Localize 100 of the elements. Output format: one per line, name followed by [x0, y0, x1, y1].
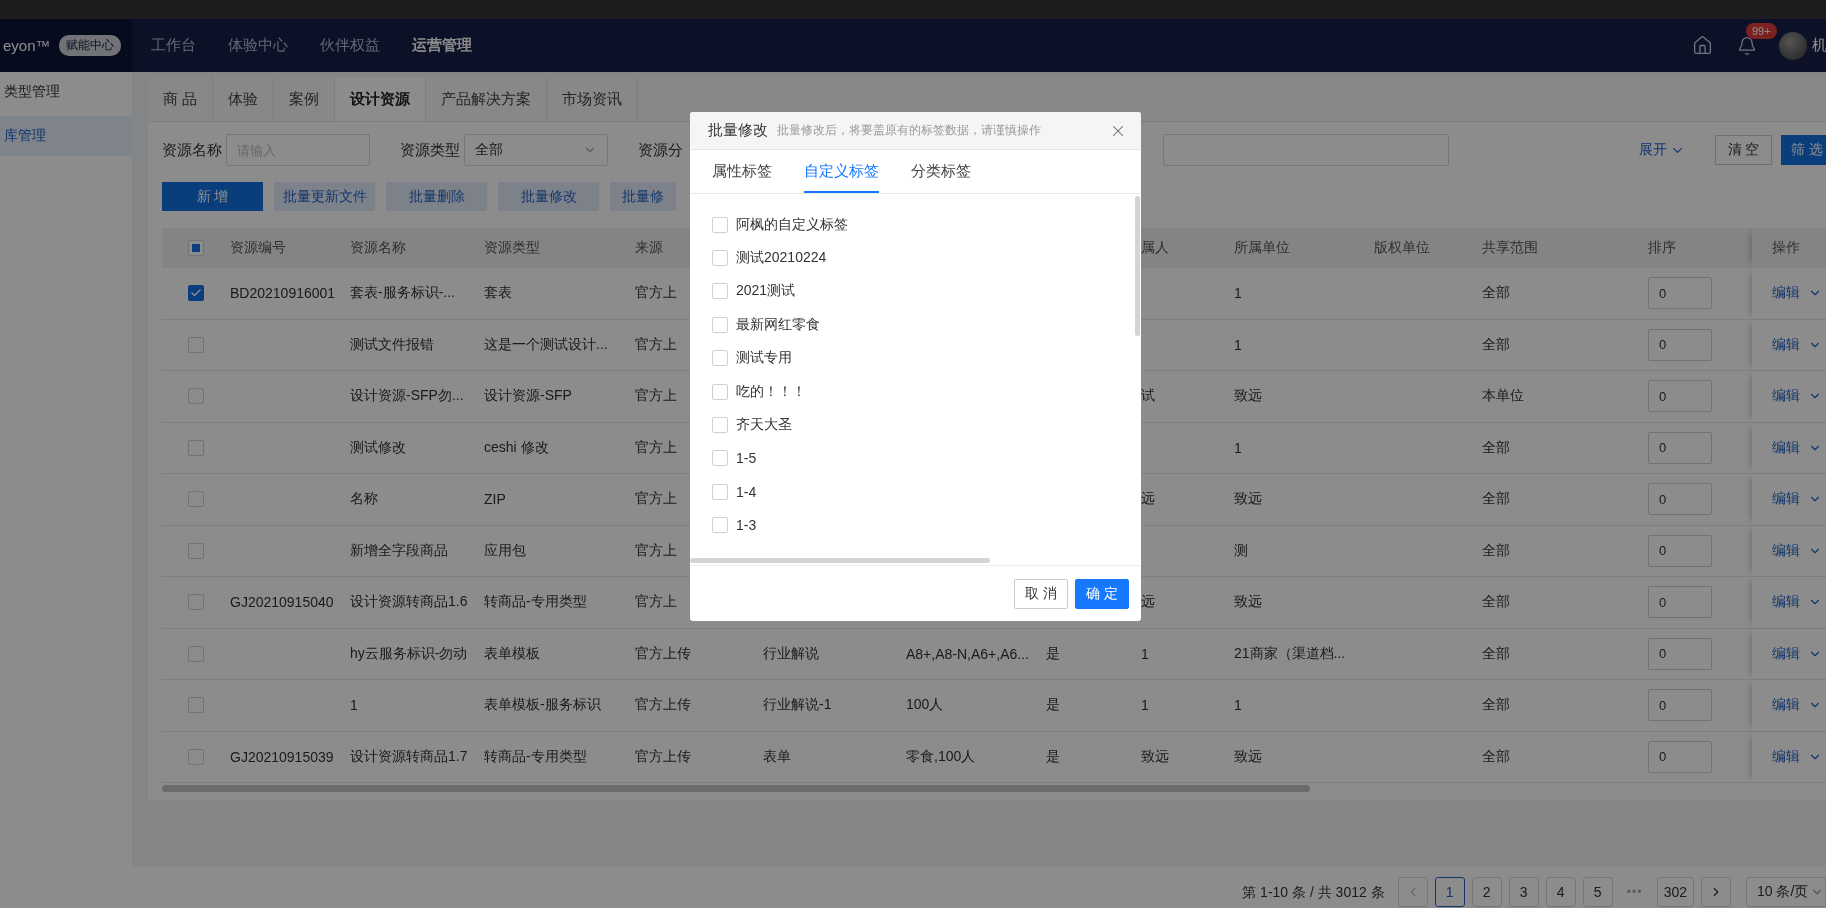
edit-link[interactable]: 编辑 — [1772, 438, 1800, 457]
sort-input[interactable]: 0 — [1648, 689, 1712, 722]
sort-input[interactable]: 0 — [1648, 534, 1712, 567]
table-cell: GJ20210915039 — [230, 748, 334, 765]
filter-button[interactable]: 筛 选 — [1781, 135, 1826, 165]
table-cell: 官方上 — [635, 335, 677, 354]
table-cell: 1 — [1234, 336, 1242, 353]
tab[interactable]: 自定义标签 — [804, 150, 879, 193]
sort-input[interactable]: 0 — [1648, 483, 1712, 516]
table-cell: 转商品-专用类型 — [484, 593, 587, 612]
table-cell: 100人 — [906, 696, 944, 715]
column-header: 来源 — [635, 239, 663, 257]
scrollbar[interactable] — [162, 785, 1310, 792]
table-cell: 是 — [1046, 696, 1060, 715]
table-cell: 致远 — [1234, 387, 1262, 406]
edit-link[interactable]: 编辑 — [1772, 284, 1800, 303]
sort-input[interactable]: 0 — [1648, 740, 1712, 773]
page-button[interactable]: 3 — [1508, 877, 1539, 907]
table-cell: 官方上 — [635, 593, 677, 612]
page-button[interactable]: 2 — [1471, 877, 1502, 907]
table-cell: 远 — [1141, 490, 1155, 509]
edit-link[interactable]: 编辑 — [1772, 644, 1800, 663]
table-cell: 1 — [1234, 439, 1242, 456]
toolbar-button[interactable]: 批量更新文件 — [274, 182, 375, 211]
page-button[interactable]: 4 — [1545, 877, 1576, 907]
logo: eyon™ — [3, 37, 51, 54]
tab[interactable]: 产品解决方案 — [426, 77, 548, 121]
scrollbar[interactable] — [690, 558, 990, 563]
edit-link[interactable]: 编辑 — [1772, 490, 1800, 509]
column-header: 操作 — [1772, 239, 1800, 257]
table-cell: 全部 — [1482, 747, 1510, 766]
column-header: 属人 — [1141, 239, 1169, 257]
page-button[interactable]: 5 — [1582, 877, 1613, 907]
tab[interactable]: 属性标签 — [712, 150, 772, 193]
nav-item[interactable]: 工作台 — [151, 36, 196, 55]
tab[interactable]: 体验 — [213, 77, 275, 121]
table-cell: 1 — [350, 697, 358, 714]
table-cell: 行业解说-1 — [763, 696, 832, 715]
checkbox[interactable] — [188, 285, 204, 302]
user-name[interactable]: 机 — [1812, 36, 1826, 55]
toolbar-button[interactable]: 批量删除 — [386, 182, 487, 211]
tag-label: 1-5 — [736, 450, 757, 467]
edit-link[interactable]: 编辑 — [1772, 387, 1800, 406]
edit-link[interactable]: 编辑 — [1772, 747, 1800, 766]
toolbar-button[interactable]: 批量修 — [610, 182, 676, 211]
table-cell: ceshi 修改 — [484, 438, 549, 457]
table-cell: 测试文件报错 — [350, 335, 434, 354]
table-cell: hy云服务标识-勿动 — [350, 644, 468, 663]
cancel-button[interactable]: 取 消 — [1014, 578, 1069, 609]
toolbar-button[interactable]: 批量修改 — [498, 182, 599, 211]
table-cell: 新增全字段商品 — [350, 541, 448, 560]
page-size-select[interactable]: 10 条/页 — [1746, 877, 1826, 907]
table-cell: 全部 — [1482, 438, 1510, 457]
next-page-button[interactable] — [1701, 877, 1731, 907]
page-button[interactable]: 302 — [1656, 877, 1694, 907]
expand-link[interactable]: 展开 — [1639, 141, 1685, 159]
edit-link[interactable]: 编辑 — [1772, 541, 1800, 560]
scrollbar[interactable] — [1135, 196, 1140, 336]
tab[interactable]: 分类标签 — [911, 150, 971, 193]
sort-input[interactable]: 0 — [1648, 586, 1712, 619]
table-cell: 官方上传 — [635, 747, 691, 766]
sidebar-item[interactable]: 库管理 — [0, 116, 132, 156]
clear-button[interactable]: 清 空 — [1715, 135, 1772, 165]
table-cell: 全部 — [1482, 541, 1510, 560]
table-cell: 设计资源转商品1.7 — [350, 747, 468, 766]
table-cell: 官方上 — [635, 438, 677, 457]
tab[interactable]: 市场资讯 — [547, 77, 639, 121]
toolbar-button[interactable]: 新 增 — [162, 182, 263, 211]
table-cell: 设计资源转商品1.6 — [350, 593, 468, 612]
sidebar-item[interactable]: 类型管理 — [0, 72, 132, 112]
table-cell: 致远 — [1141, 747, 1169, 766]
tag-label: 测试20210224 — [736, 249, 827, 268]
confirm-button[interactable]: 确 定 — [1075, 578, 1129, 609]
table-cell: 1 — [1234, 285, 1242, 302]
sort-input[interactable]: 0 — [1648, 637, 1712, 670]
sort-input[interactable]: 0 — [1648, 328, 1712, 361]
sort-input[interactable]: 0 — [1648, 431, 1712, 464]
table-cell: 转商品-专用类型 — [484, 747, 587, 766]
edit-link[interactable]: 编辑 — [1772, 593, 1800, 612]
table-cell: ZIP — [484, 491, 506, 508]
nav-item[interactable]: 体验中心 — [228, 36, 288, 55]
nav-item[interactable]: 伙伴权益 — [320, 36, 380, 55]
table-cell: 测 — [1234, 541, 1248, 560]
sort-input[interactable]: 0 — [1648, 380, 1712, 413]
column-header: 共享范围 — [1482, 239, 1538, 257]
nav-item[interactable]: 运营管理 — [412, 36, 472, 55]
table-cell: 全部 — [1482, 593, 1510, 612]
sort-input[interactable]: 0 — [1648, 277, 1712, 310]
table-cell: 全部 — [1482, 284, 1510, 303]
table-cell: 全部 — [1482, 335, 1510, 354]
tab[interactable]: 设计资源 — [335, 77, 427, 121]
tag-label: 1-3 — [736, 517, 757, 534]
edit-link[interactable]: 编辑 — [1772, 696, 1800, 715]
select-field[interactable]: 全部 — [464, 134, 608, 166]
edit-link[interactable]: 编辑 — [1772, 335, 1800, 354]
bell-icon[interactable] — [1737, 35, 1757, 56]
page-button[interactable]: 1 — [1434, 877, 1465, 907]
home-icon[interactable] — [1692, 35, 1713, 56]
table-cell: 官方上 — [635, 284, 677, 303]
tab[interactable]: 商 品 — [148, 77, 214, 121]
